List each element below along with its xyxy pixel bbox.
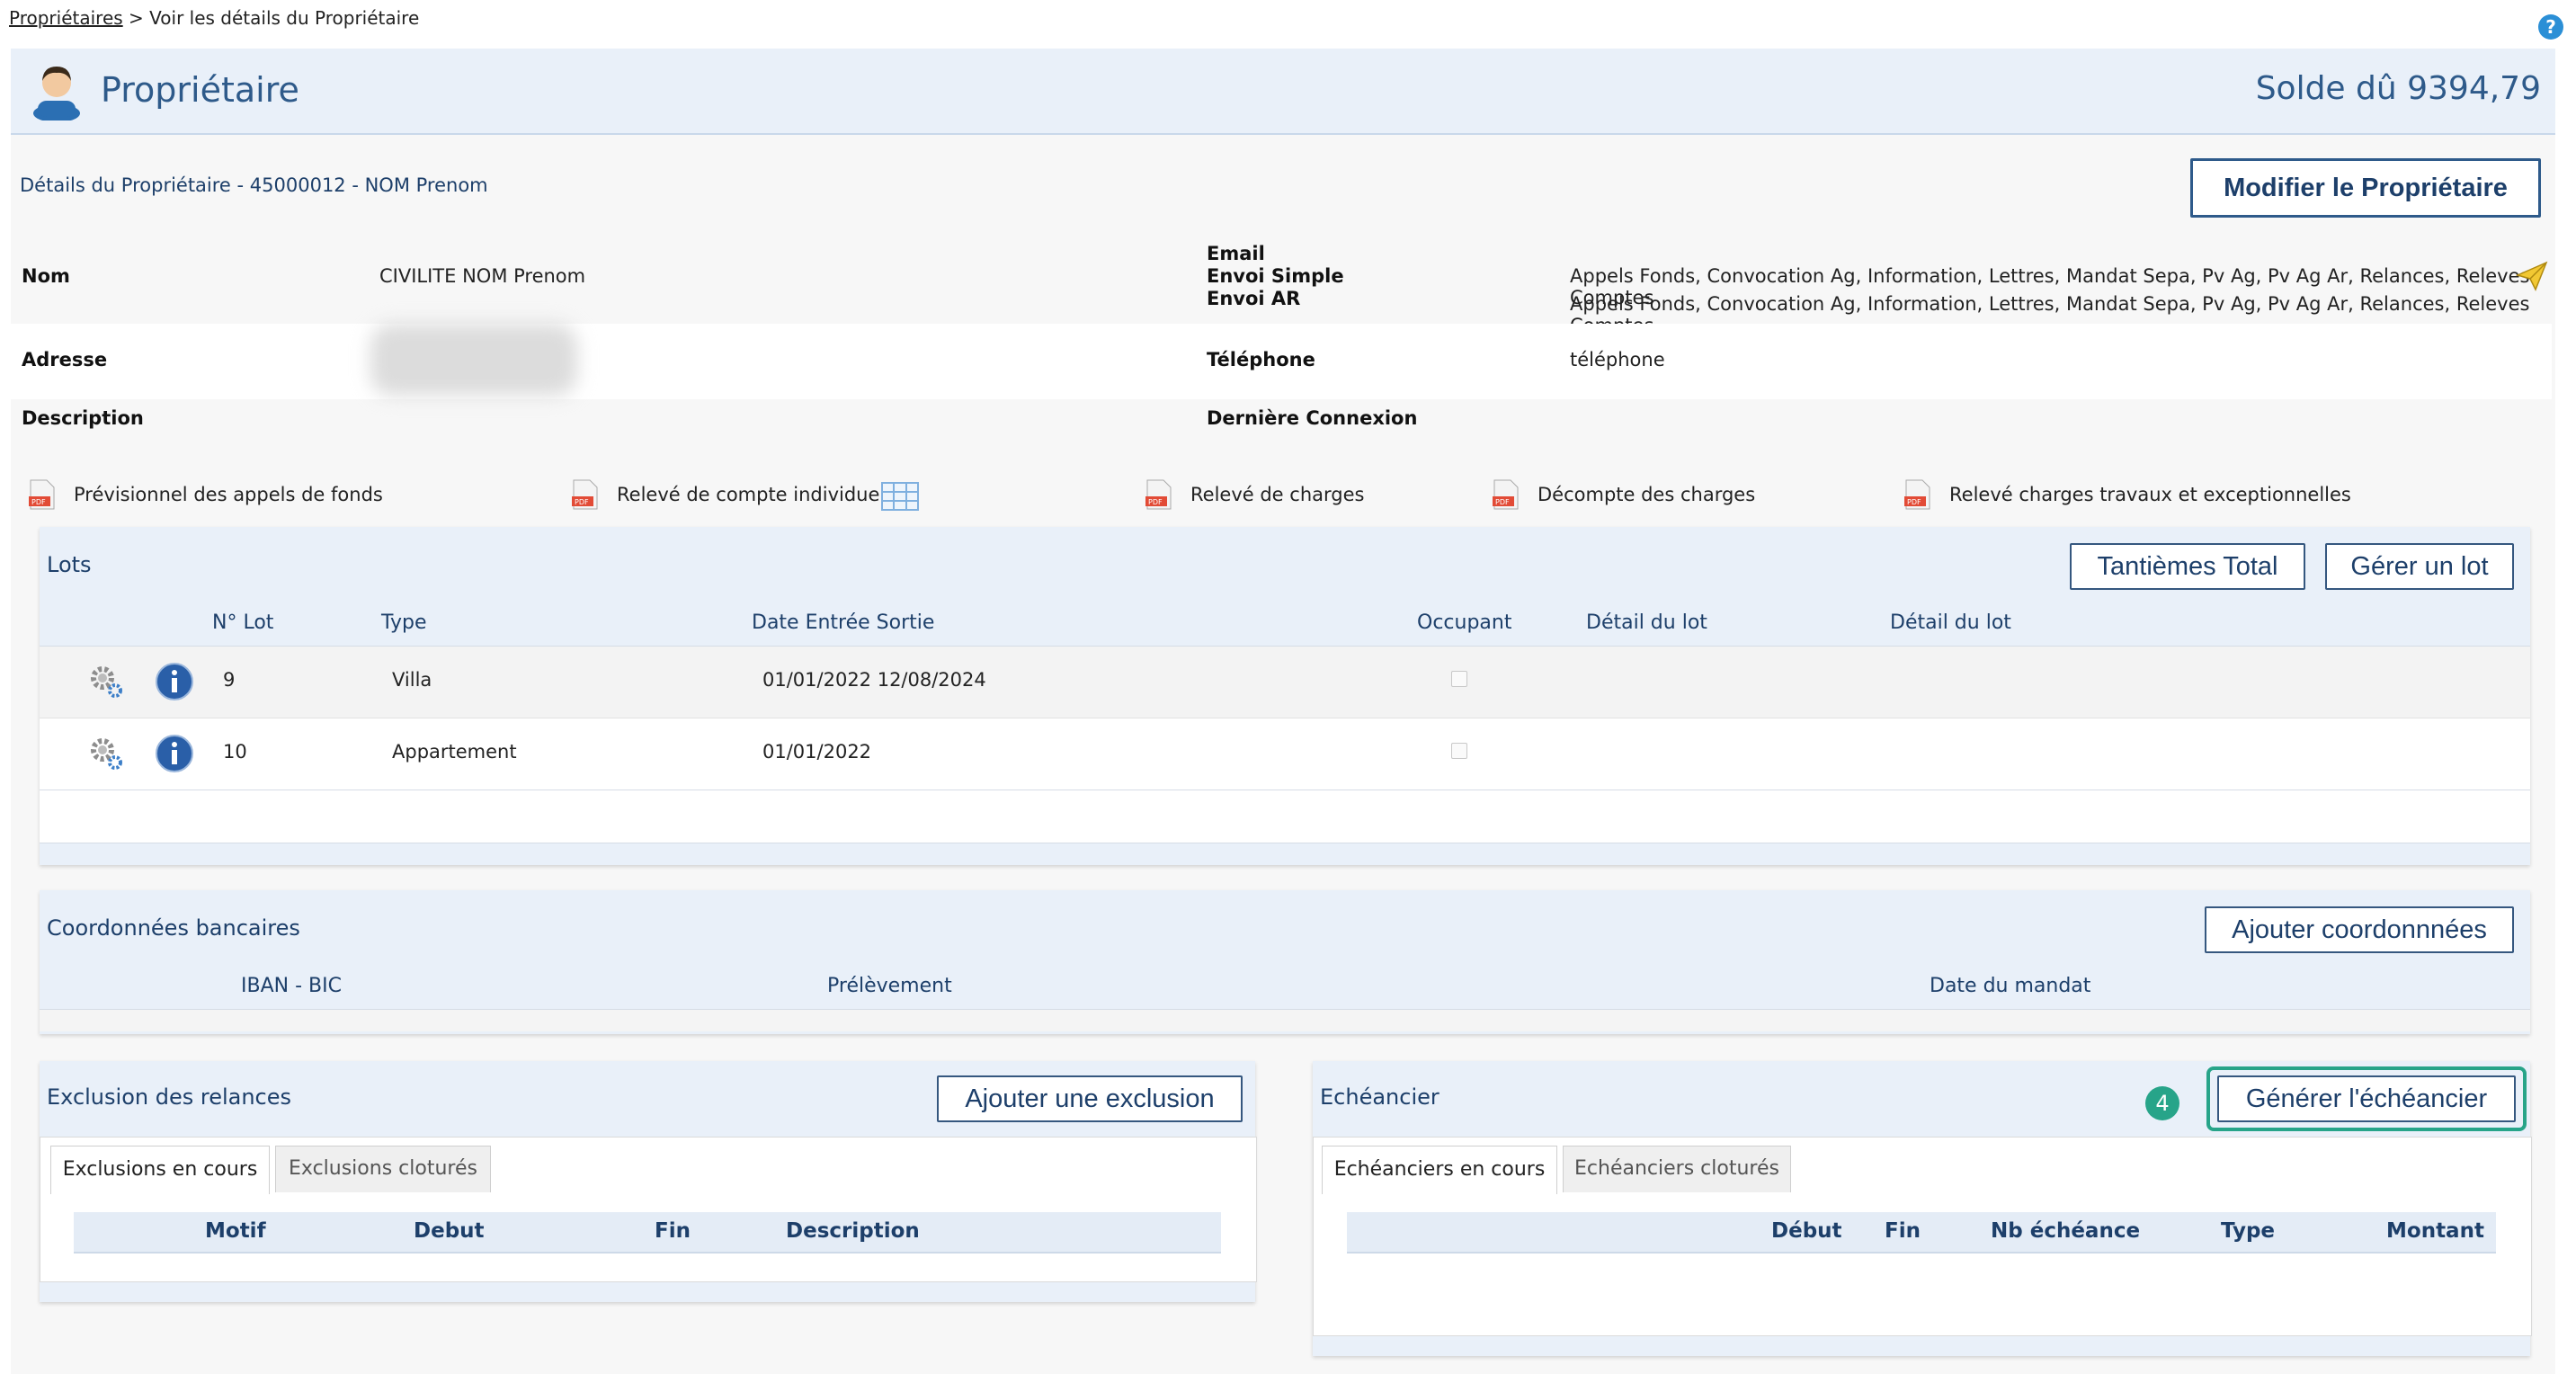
- col-motif[interactable]: Motif: [205, 1219, 266, 1243]
- col-detail-lot-2[interactable]: Détail du lot: [1890, 611, 2011, 634]
- col-iban-bic[interactable]: IBAN - BIC: [241, 975, 342, 997]
- tab-exclusions-clotures[interactable]: Exclusions cloturés: [275, 1146, 491, 1192]
- exclusion-title: Exclusion des relances: [47, 1084, 292, 1110]
- occupant-checkbox[interactable]: [1451, 743, 1467, 759]
- envoi-simple-label: Envoi Simple: [1207, 265, 1344, 287]
- gerer-lot-button[interactable]: Gérer un lot: [2325, 543, 2514, 590]
- telephone-label: Téléphone: [1207, 349, 1315, 370]
- page-header: Propriétaire Solde dû 9394,79: [11, 49, 2555, 135]
- doc-link-decompte-charges[interactable]: Décompte des charges: [1538, 484, 1755, 505]
- tab-exclusions-en-cours[interactable]: Exclusions en cours: [50, 1146, 270, 1194]
- spreadsheet-icon[interactable]: [881, 482, 919, 511]
- breadcrumb-current: Voir les détails du Propriétaire: [149, 7, 420, 29]
- col-detail-lot[interactable]: Détail du lot: [1586, 611, 1707, 634]
- doc-link-releve-travaux[interactable]: Relevé charges travaux et exceptionnelle…: [1949, 484, 2351, 505]
- step-badge: 4: [2145, 1086, 2179, 1120]
- lot-type: Villa: [392, 669, 432, 691]
- user-avatar-icon: [33, 67, 80, 120]
- pdf-icon[interactable]: PDF: [1145, 478, 1172, 511]
- svg-text:PDF: PDF: [1495, 498, 1510, 506]
- breadcrumb-link-proprietaires[interactable]: Propriétaires: [9, 7, 123, 29]
- pdf-icon[interactable]: PDF: [1493, 478, 1520, 511]
- svg-text:PDF: PDF: [1148, 498, 1163, 506]
- adresse-label: Adresse: [22, 349, 108, 370]
- telephone-value: téléphone: [1570, 349, 1665, 370]
- col-fin[interactable]: Fin: [1885, 1219, 1921, 1243]
- page-title: Propriétaire: [101, 70, 299, 110]
- info-icon[interactable]: [155, 734, 194, 773]
- svg-text:PDF: PDF: [31, 498, 46, 506]
- tab-echeanciers-en-cours[interactable]: Echéanciers en cours: [1322, 1146, 1557, 1194]
- col-montant[interactable]: Montant: [2386, 1219, 2484, 1243]
- doc-link-releve-compte[interactable]: Relevé de compte individuel: [617, 484, 885, 505]
- bank-empty-row: [40, 1009, 2530, 1031]
- col-fin[interactable]: Fin: [655, 1219, 691, 1243]
- col-occupant[interactable]: Occupant: [1417, 611, 1511, 634]
- table-empty-row: [40, 790, 2530, 843]
- doc-link-releve-charges[interactable]: Relevé de charges: [1190, 484, 1364, 505]
- gear-icon[interactable]: [86, 734, 126, 773]
- occupant-checkbox[interactable]: [1451, 671, 1467, 687]
- pdf-icon[interactable]: PDF: [572, 478, 599, 511]
- col-debut[interactable]: Début: [1771, 1219, 1842, 1243]
- svg-text:PDF: PDF: [1907, 498, 1921, 506]
- gear-icon[interactable]: [86, 662, 126, 701]
- lot-dates: 01/01/2022 12/08/2024: [762, 669, 986, 691]
- breadcrumb: Propriétaires > Voir les détails du Prop…: [9, 7, 419, 29]
- derniere-connexion-label: Dernière Connexion: [1207, 407, 1418, 429]
- lot-num: 10: [223, 741, 247, 763]
- add-exclusion-button[interactable]: Ajouter une exclusion: [937, 1075, 1243, 1122]
- add-bank-button[interactable]: Ajouter coordonnnées: [2205, 906, 2514, 953]
- tantiemes-total-button[interactable]: Tantièmes Total: [2070, 543, 2305, 590]
- echeancier-title: Echéancier: [1320, 1084, 1440, 1110]
- lots-title: Lots: [47, 552, 92, 577]
- col-type[interactable]: Type: [2221, 1219, 2275, 1243]
- bank-title: Coordonnées bancaires: [47, 915, 300, 941]
- nom-label: Nom: [22, 265, 70, 287]
- col-debut[interactable]: Debut: [414, 1219, 485, 1243]
- col-type[interactable]: Type: [381, 611, 427, 634]
- lot-num: 9: [223, 669, 236, 691]
- envoi-ar-label: Envoi AR: [1207, 288, 1301, 309]
- solde-du: Solde dû 9394,79: [2255, 70, 2541, 107]
- col-date-entree-sortie[interactable]: Date Entrée Sortie: [752, 611, 934, 634]
- description-label: Description: [22, 407, 144, 429]
- lot-dates: 01/01/2022: [762, 741, 872, 763]
- col-date-mandat[interactable]: Date du mandat: [1930, 975, 2090, 997]
- tab-echeanciers-clotures[interactable]: Echéanciers cloturés: [1563, 1146, 1791, 1192]
- help-icon[interactable]: ?: [2538, 14, 2563, 40]
- send-email-icon[interactable]: [2516, 259, 2548, 291]
- svg-text:PDF: PDF: [575, 498, 589, 506]
- breadcrumb-separator: >: [122, 7, 150, 29]
- email-label: Email: [1207, 243, 1265, 264]
- info-icon[interactable]: [155, 662, 194, 701]
- lot-type: Appartement: [392, 741, 517, 763]
- echeancier-grid-header: [1347, 1212, 2496, 1254]
- col-nb-echeance[interactable]: Nb échéance: [1991, 1219, 2140, 1243]
- details-label: Détails du Propriétaire - 45000012 - NOM…: [20, 174, 488, 196]
- pdf-icon[interactable]: PDF: [29, 478, 56, 511]
- nom-value: CIVILITE NOM Prenom: [379, 265, 586, 287]
- adresse-value-redacted: [370, 324, 577, 396]
- pdf-icon[interactable]: PDF: [1904, 478, 1931, 511]
- col-prelevement[interactable]: Prélèvement: [827, 975, 952, 997]
- col-num-lot[interactable]: N° Lot: [212, 611, 273, 634]
- col-description[interactable]: Description: [786, 1219, 920, 1243]
- doc-link-previsionnel[interactable]: Prévisionnel des appels de fonds: [74, 484, 383, 505]
- modify-owner-button[interactable]: Modifier le Propriétaire: [2190, 158, 2541, 218]
- generate-echeancier-button[interactable]: Générer l'échéancier: [2217, 1075, 2516, 1122]
